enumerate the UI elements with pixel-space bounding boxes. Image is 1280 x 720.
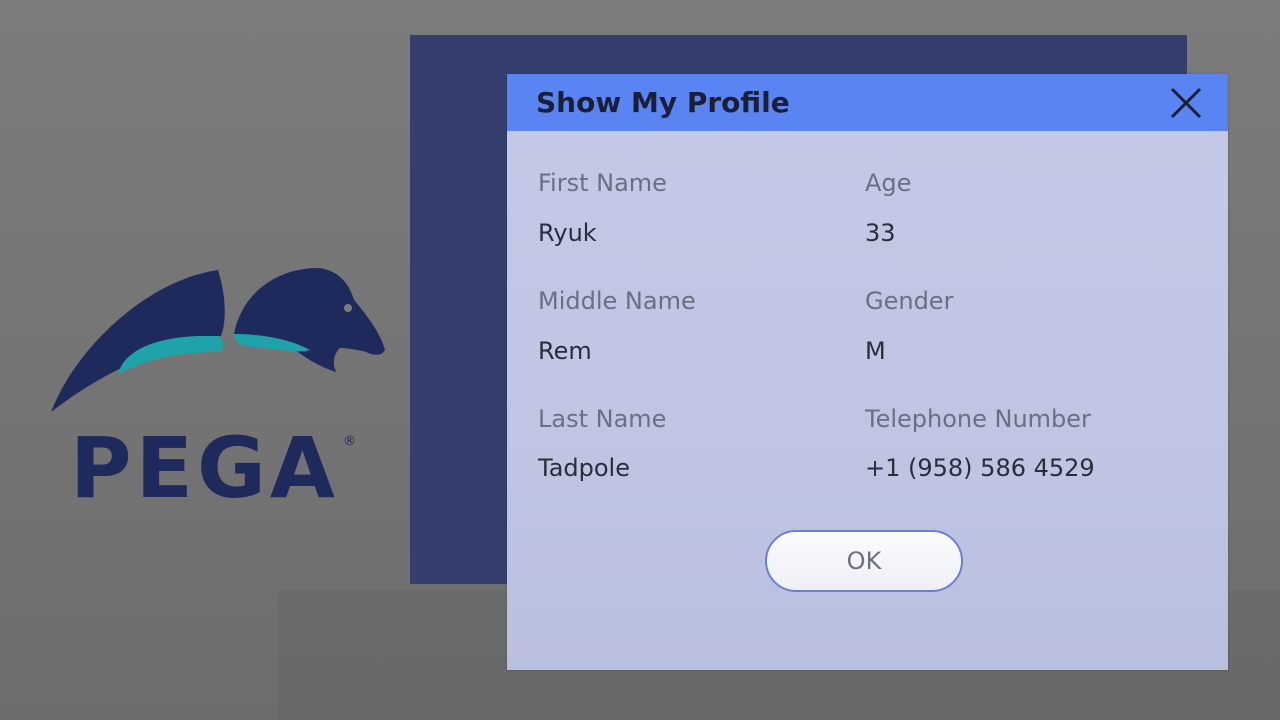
dialog-header: Show My Profile — [507, 74, 1228, 131]
first-name-value: Ryuk — [538, 219, 597, 247]
telephone-value: +1 (958) 586 4529 — [865, 454, 1095, 482]
age-label: Age — [865, 169, 912, 197]
dialog-title: Show My Profile — [536, 86, 790, 119]
age-value: 33 — [865, 219, 896, 247]
last-name-value: Tadpole — [538, 454, 630, 482]
pegasus-icon — [51, 268, 385, 412]
close-icon — [1170, 87, 1202, 119]
gender-value: M — [865, 337, 886, 365]
last-name-label: Last Name — [538, 405, 667, 433]
pega-wordmark: PEGA — [70, 419, 339, 517]
middle-name-value: Rem — [538, 337, 592, 365]
registered-mark: ® — [343, 434, 356, 449]
ok-button[interactable]: OK — [765, 530, 963, 592]
first-name-label: First Name — [538, 169, 667, 197]
pega-logo: PEGA ® — [48, 262, 393, 522]
profile-dialog: Show My Profile First Name Ryuk Middle N… — [507, 74, 1228, 670]
gender-label: Gender — [865, 287, 954, 315]
middle-name-label: Middle Name — [538, 287, 696, 315]
close-button[interactable] — [1169, 86, 1203, 120]
telephone-label: Telephone Number — [865, 405, 1091, 433]
